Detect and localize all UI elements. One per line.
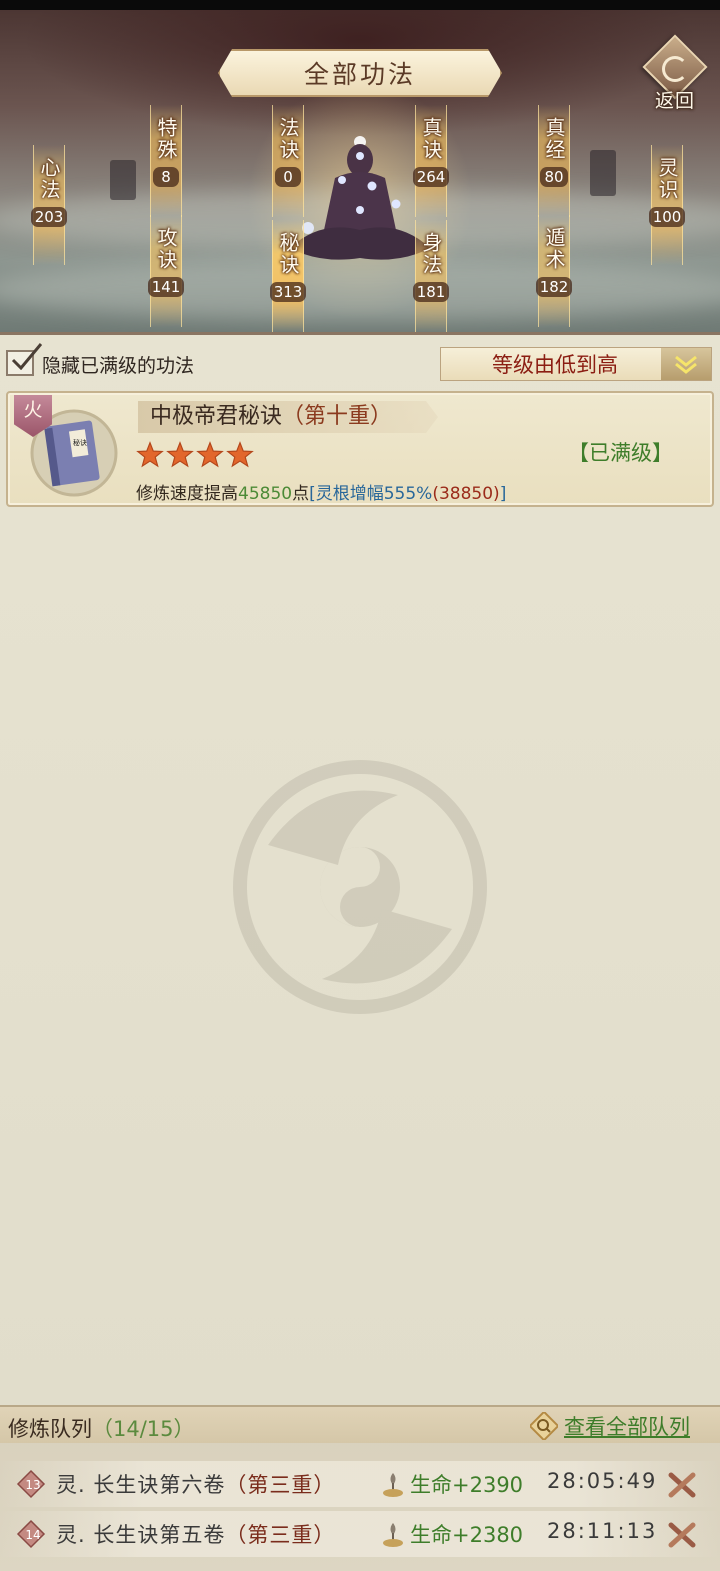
skill-title: 中极帝君秘诀	[150, 404, 283, 429]
cancel-icon[interactable]	[666, 1469, 698, 1501]
queue-skill-name: 灵. 长生诀第六卷	[56, 1473, 226, 1497]
category-name: 身法	[419, 232, 443, 276]
queue-skill-tier: （第三重）	[225, 1473, 336, 1497]
star-icon	[136, 441, 164, 468]
skill-effect: 修炼速度提高45850点[灵根增幅555%(38850)]	[136, 479, 506, 504]
view-all-label: 查看全部队列	[564, 1415, 690, 1439]
bonus-label: [灵根增幅555%	[309, 484, 433, 504]
sort-value: 等级由低到高	[492, 353, 618, 377]
category-tab[interactable]: 真经 80	[538, 105, 570, 217]
star-icon	[226, 441, 254, 468]
back-label: 返回	[654, 90, 695, 112]
skill-tier: （第十重）	[282, 404, 393, 429]
bonus-close: ]	[499, 484, 507, 504]
max-level-label: 【已满级】	[568, 441, 673, 465]
queue-timer: 28:05:49	[547, 1469, 658, 1493]
chevron-down-icon	[661, 348, 711, 380]
category-tab[interactable]: 身法 181	[412, 220, 450, 332]
queue-index: 14	[25, 1528, 40, 1542]
star-icon	[166, 441, 194, 468]
swirl-icon	[662, 56, 688, 82]
queue-item-name: 灵. 长生诀第六卷（第三重）	[56, 1469, 335, 1499]
category-name: 法诀	[276, 117, 300, 161]
category-name: 秘诀	[276, 232, 300, 276]
skill-card[interactable]: 火 秘诀 中极帝君秘诀（第十重） 【已满级】 修炼速度提高45850点[灵根增幅…	[6, 391, 714, 507]
category-tab-active[interactable]: 秘诀 313	[269, 220, 307, 332]
effect-value: 45850	[238, 484, 293, 504]
queue-skill-name: 灵. 长生诀第五卷	[56, 1523, 226, 1547]
search-icon	[530, 1412, 558, 1440]
queue-title-text: 修炼队列	[8, 1417, 92, 1441]
star-rating	[136, 441, 254, 469]
bonus-value: (38850)	[432, 484, 500, 504]
category-name: 攻诀	[154, 227, 178, 271]
category-name: 遁术	[542, 227, 566, 271]
view-all-queue-link[interactable]: 查看全部队列	[530, 1411, 690, 1441]
category-tab[interactable]: 攻诀 141	[147, 215, 185, 327]
category-tab[interactable]: 灵识 100	[648, 145, 686, 265]
category-count: 313	[269, 282, 307, 302]
category-name: 心法	[37, 157, 61, 201]
queue-title: 修炼队列（14/15）	[8, 1413, 195, 1443]
category-count: 8	[153, 167, 179, 187]
category-name: 真经	[542, 117, 566, 161]
incense-icon	[383, 1473, 403, 1497]
status-bar	[0, 0, 720, 10]
category-count: 0	[275, 167, 301, 187]
category-name: 特殊	[154, 117, 178, 161]
book-label: 秘诀	[73, 438, 87, 447]
background-pillar	[110, 160, 136, 200]
sort-dropdown[interactable]: 等级由低到高	[440, 347, 712, 381]
star-icon	[196, 441, 224, 468]
back-button[interactable]: 返回	[640, 34, 710, 112]
category-tab[interactable]: 特殊 8	[150, 105, 182, 217]
category-tab[interactable]: 法诀 0	[272, 105, 304, 217]
category-count: 141	[147, 277, 185, 297]
checkmark-icon	[11, 343, 42, 370]
incense-icon	[383, 1523, 403, 1547]
category-tab[interactable]: 真诀 264	[412, 105, 450, 217]
filter-row: 隐藏已满级的功法 等级由低到高	[0, 335, 720, 389]
category-tab[interactable]: 遁术 182	[535, 215, 573, 327]
category-count: 182	[535, 277, 573, 297]
queue-effect: 生命+2390	[410, 1473, 524, 1497]
taiji-watermark	[233, 760, 487, 1014]
queue-index: 13	[25, 1478, 40, 1492]
background-pillar	[590, 150, 616, 196]
category-count: 264	[412, 167, 450, 187]
queue-timer: 28:11:13	[547, 1519, 658, 1543]
hide-maxed-label[interactable]: 隐藏已满级的功法	[42, 351, 194, 378]
category-count: 203	[30, 207, 68, 227]
queue-item[interactable]: 13 灵. 长生诀第六卷（第三重） 生命+2390 28:05:49	[0, 1461, 720, 1507]
hide-maxed-checkbox[interactable]	[6, 343, 42, 376]
category-count: 100	[648, 207, 686, 227]
queue-skill-tier: （第三重）	[225, 1523, 336, 1547]
queue-item-name: 灵. 长生诀第五卷（第三重）	[56, 1519, 335, 1549]
queue-header: 修炼队列（14/15） 查看全部队列	[0, 1405, 720, 1443]
skill-name: 中极帝君秘诀（第十重）	[138, 401, 438, 433]
effect-unit: 点	[292, 484, 310, 504]
cancel-icon[interactable]	[666, 1519, 698, 1551]
queue-item[interactable]: 14 灵. 长生诀第五卷（第三重） 生命+2380 28:11:13	[0, 1511, 720, 1557]
category-name: 灵识	[655, 157, 679, 201]
category-count: 80	[540, 167, 568, 187]
category-count: 181	[412, 282, 450, 302]
category-name: 真诀	[419, 117, 443, 161]
effect-prefix: 修炼速度提高	[136, 484, 238, 504]
training-queue: 修炼队列（14/15） 查看全部队列 13 灵. 长生诀第六卷（第三重） 生命+…	[0, 1405, 720, 1571]
page-title: 全部功法	[218, 49, 502, 97]
skill-list-panel: 隐藏已满级的功法 等级由低到高 火 秘诀 中极帝君秘诀（第十重） 【已满级】 修…	[0, 332, 720, 1405]
queue-index-badge: 13	[16, 1469, 46, 1499]
category-tab[interactable]: 心法 203	[30, 145, 68, 265]
queue-count: （14/15）	[92, 1417, 195, 1441]
queue-effect: 生命+2380	[410, 1523, 524, 1547]
queue-index-badge: 14	[16, 1519, 46, 1549]
